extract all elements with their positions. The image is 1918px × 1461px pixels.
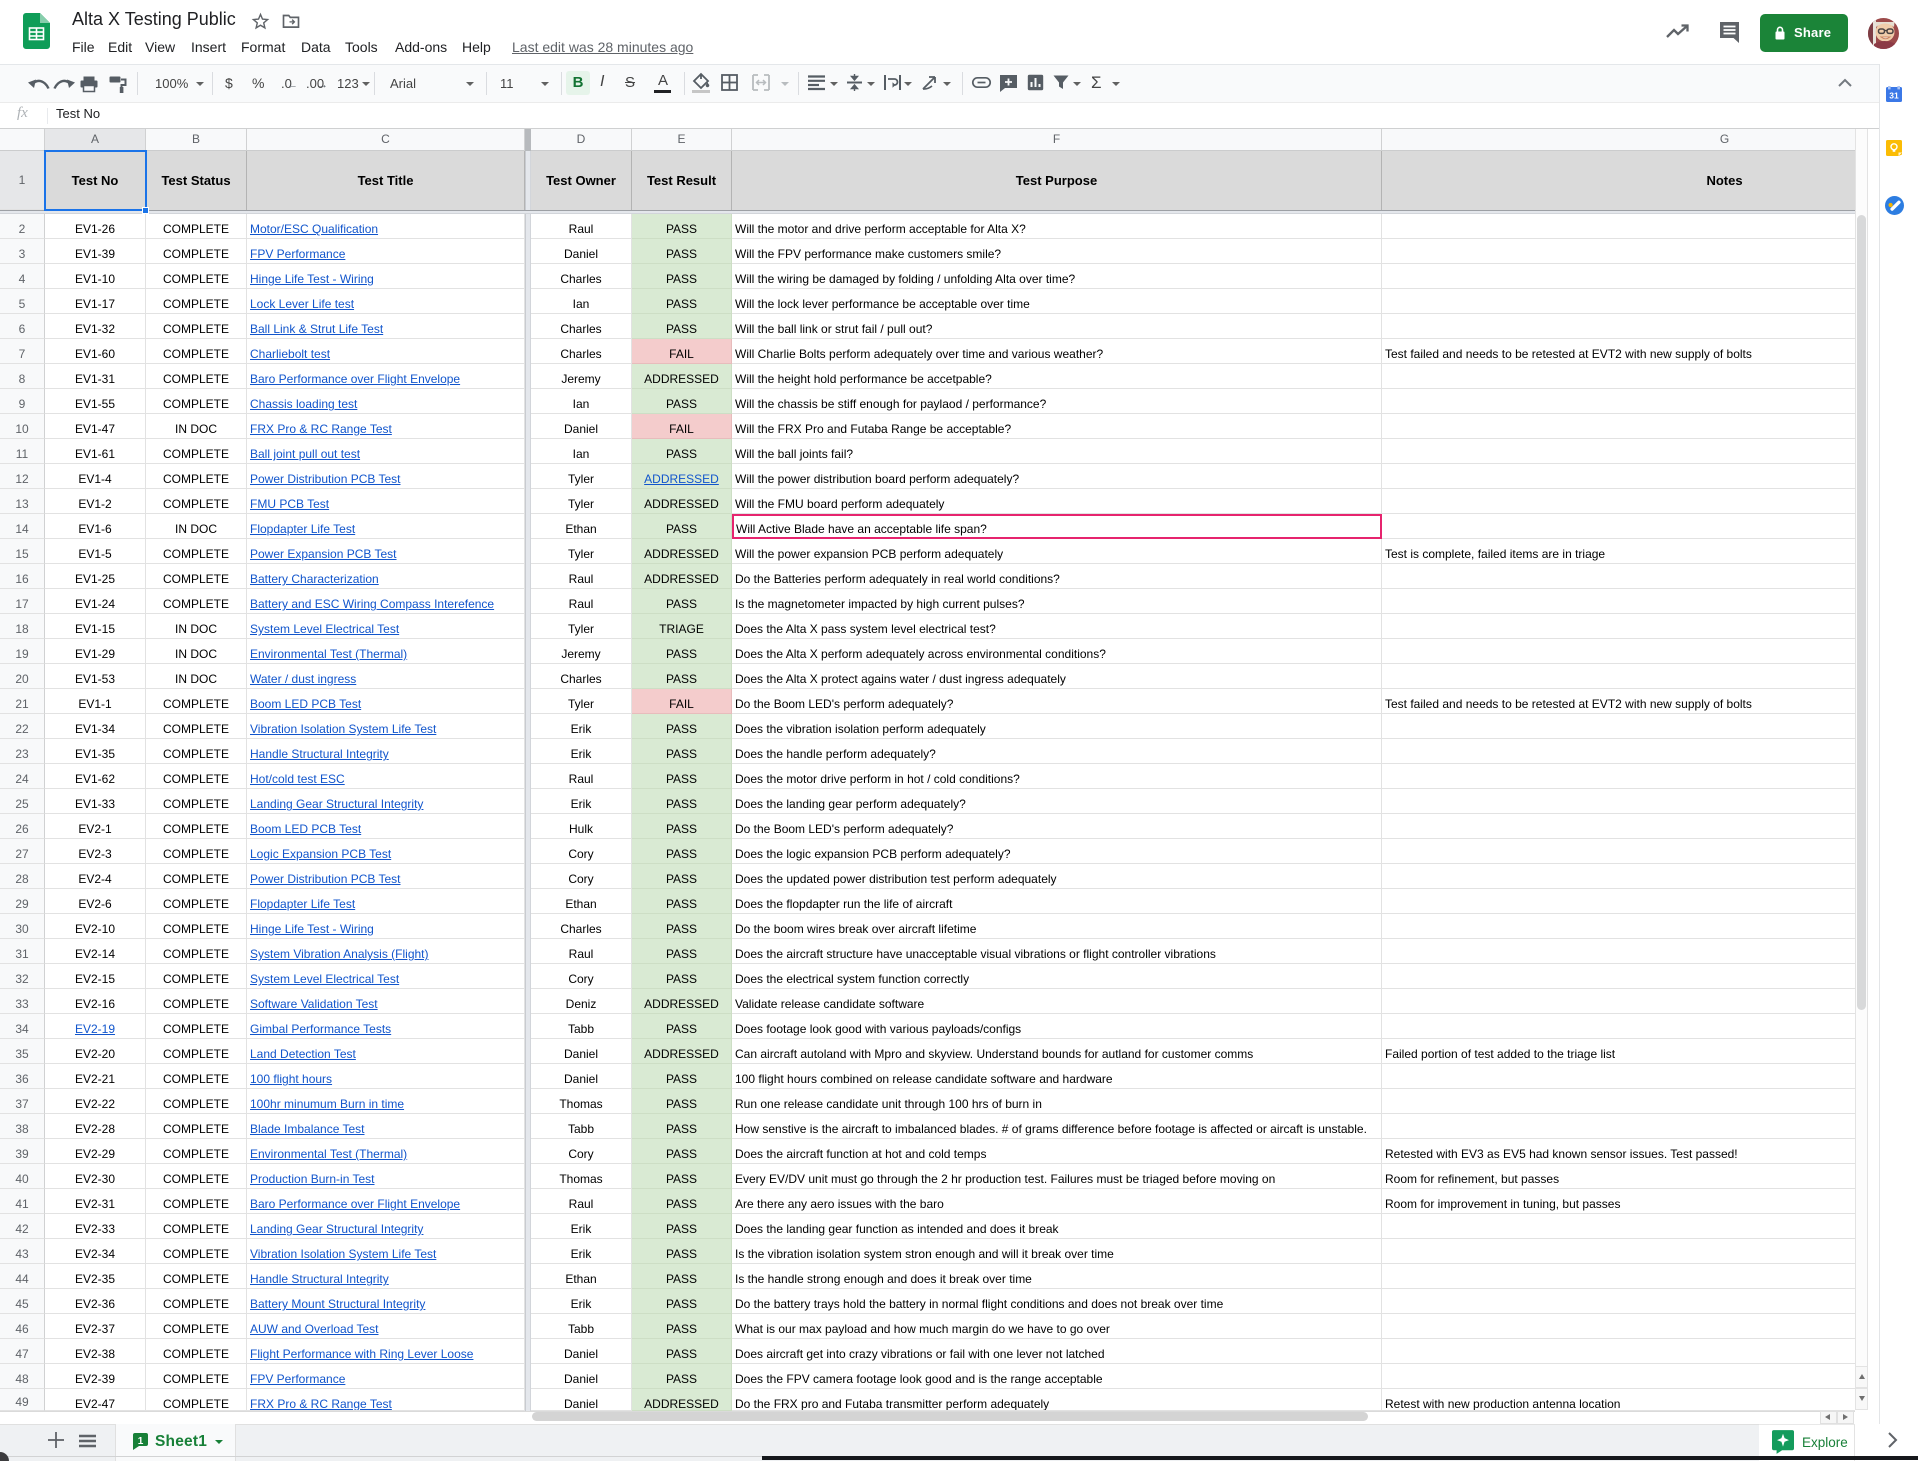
- svg-text:1: 1: [138, 1436, 144, 1447]
- svg-text:31: 31: [1889, 91, 1899, 101]
